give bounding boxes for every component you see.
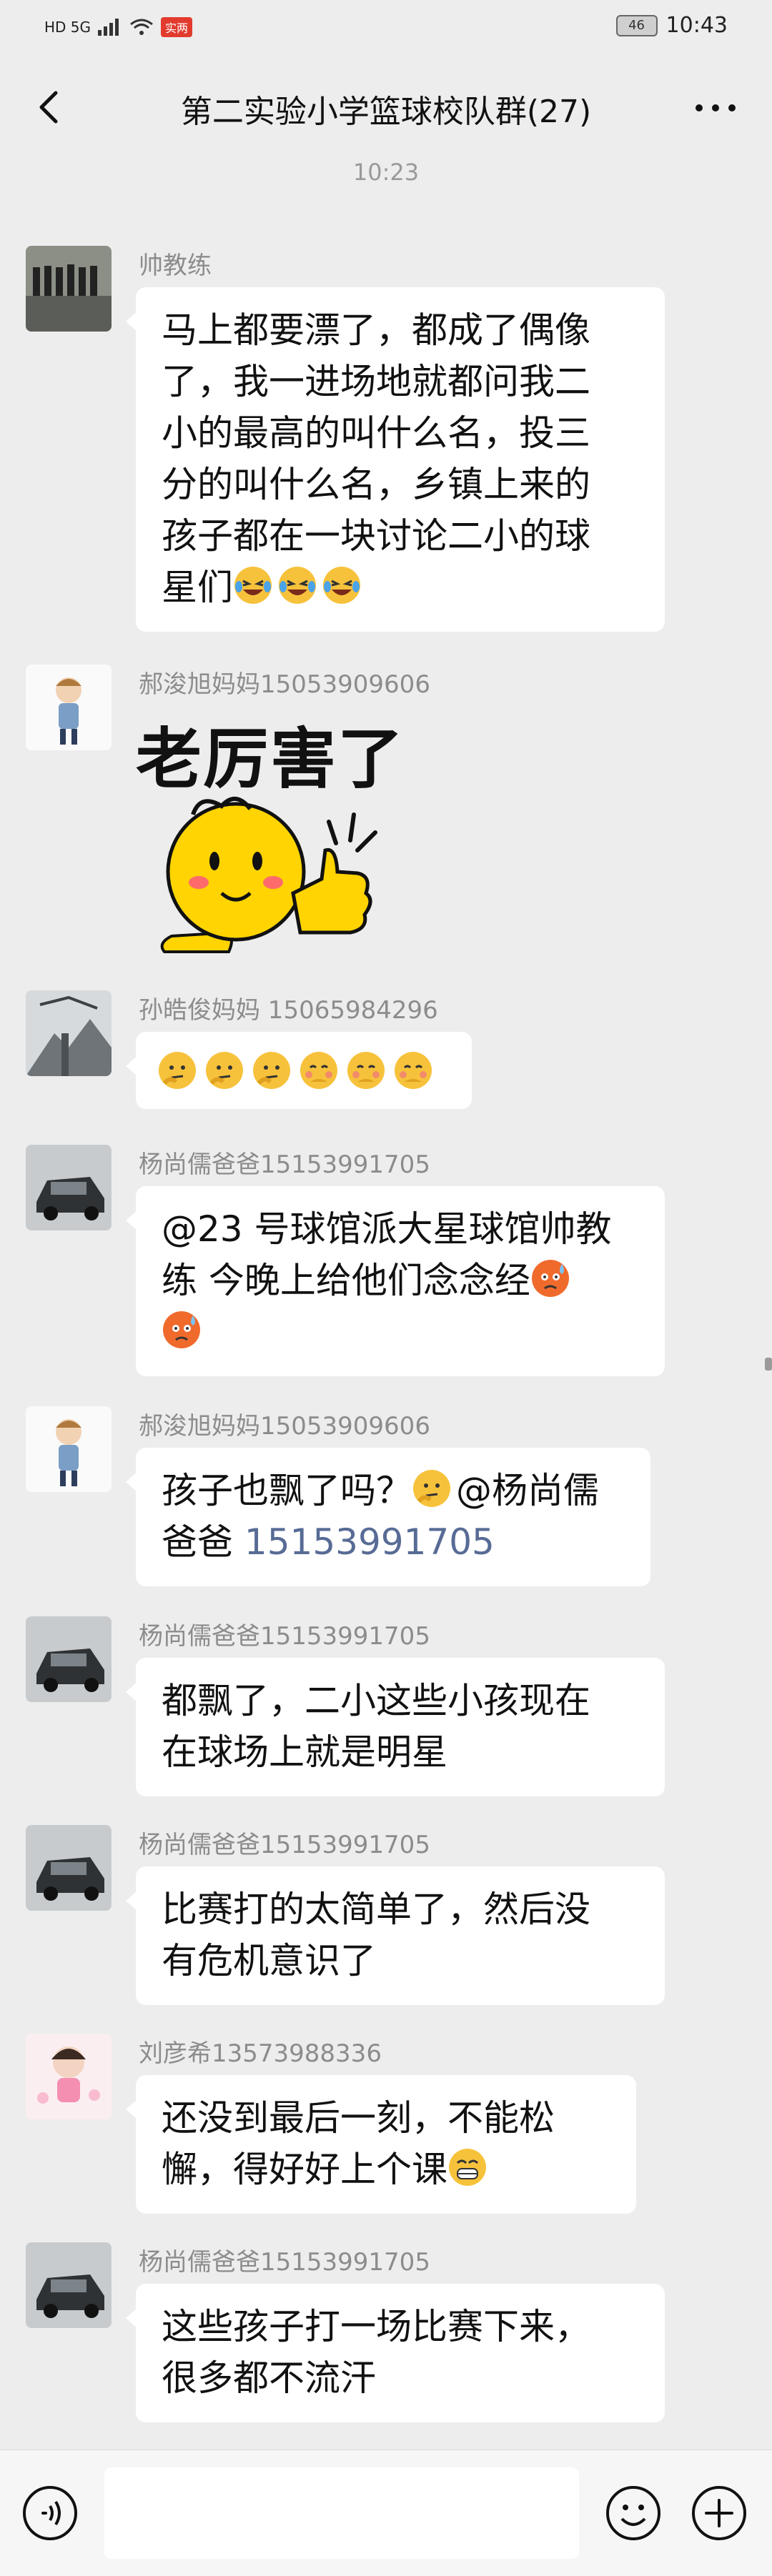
network-indicator: HD 5G <box>44 19 91 36</box>
sticker-text: 老厉害了 <box>136 721 405 797</box>
message-text-line: 星们 <box>162 567 233 608</box>
thinking-emoji <box>413 1470 450 1507</box>
message-text-line: 小的最高的叫什么名，投三 <box>162 412 590 454</box>
laughing-tears-emoji <box>279 567 316 604</box>
avatar[interactable] <box>26 1825 112 1911</box>
message-bubble[interactable]: 比赛打的太简单了，然后没 有危机意识了 <box>126 1866 665 2005</box>
avatar[interactable] <box>26 2242 112 2328</box>
sender-name: 孙皓俊妈妈 15065984296 <box>139 996 438 1025</box>
avatar[interactable] <box>26 1145 112 1230</box>
avatar[interactable] <box>26 246 112 332</box>
status-bar: HD 5G 实两 46 10:43 <box>0 0 772 57</box>
cold-sweat-emoji <box>531 1260 569 1297</box>
wifi-icon <box>130 19 153 35</box>
shy-emoji <box>347 1052 385 1089</box>
grin-emoji <box>449 2149 486 2186</box>
sender-name: 郝浚旭妈妈15053909606 <box>139 1412 430 1441</box>
app-tag: 实两 <box>161 17 193 37</box>
status-right: 46 10:43 <box>615 13 728 38</box>
more-options-icon[interactable] <box>691 90 741 126</box>
message-text-line: 练 今晚上给他们念念经 <box>162 1260 530 1301</box>
chat-title: 第二实验小学篮球校队群(27) <box>180 94 592 130</box>
emoji-picker-icon[interactable] <box>605 2485 662 2542</box>
sender-name: 刘彦希13573988336 <box>139 2039 382 2068</box>
thinking-emoji <box>206 1052 243 1089</box>
chat-header: 第二实验小学篮球校队群(27) <box>0 64 772 150</box>
signal-icon <box>98 19 119 36</box>
message-bubble[interactable]: 马上都要漂了，都成了偶像 了，我一进场地就都问我二 小的最高的叫什么名，投三 分… <box>126 287 665 632</box>
battery-indicator: 46 <box>615 14 658 36</box>
message-text-line: 比赛打的太简单了，然后没 <box>162 1889 590 1930</box>
status-left: HD 5G 实两 <box>44 17 193 37</box>
avatar[interactable] <box>26 2034 112 2119</box>
thumbs-up-smiley-sticker[interactable] <box>143 793 386 958</box>
avatar[interactable] <box>26 665 112 750</box>
message-text-line: 分的叫什么名，乡镇上来的 <box>162 464 590 505</box>
message-text-line: 有危机意识了 <box>162 1940 376 1981</box>
cold-sweat-emoji <box>163 1311 200 1348</box>
message-text-line: 孩子都在一块讨论二小的球 <box>162 515 590 557</box>
mention-text: @杨尚儒 <box>456 1470 599 1511</box>
avatar[interactable] <box>26 1616 112 1702</box>
timestamp: 10:23 <box>352 159 420 186</box>
add-more-icon[interactable] <box>691 2485 748 2542</box>
input-bar <box>0 2450 772 2576</box>
message-text-line: 很多都不流汗 <box>162 2357 376 2399</box>
message-bubble[interactable]: @23 号球馆派大星球馆帅教 练 今晚上给他们念念经 <box>126 1186 665 1376</box>
thinking-emoji <box>253 1052 290 1089</box>
message-text-line: 了，我一进场地就都问我二 <box>162 361 590 402</box>
sender-name: 杨尚儒爸爸15153991705 <box>139 1150 430 1179</box>
scrollbar[interactable] <box>765 1358 772 1371</box>
message-text-line: 还没到最后一刻，不能松 <box>162 2097 555 2139</box>
message-text-line: 懈，得好好上个课 <box>162 2149 447 2190</box>
message-bubble[interactable]: 还没到最后一刻，不能松 懈，得好好上个课 <box>126 2075 636 2214</box>
sender-name: 杨尚儒爸爸15153991705 <box>139 1831 430 1859</box>
message-text-line: @23 号球馆派大星球馆帅教 <box>162 1208 612 1250</box>
shy-emoji <box>395 1052 432 1089</box>
sender-name: 杨尚儒爸爸15153991705 <box>139 1622 430 1651</box>
message-bubble[interactable]: 这些孩子打一场比赛下来， 很多都不流汗 <box>126 2284 665 2422</box>
voice-input-icon[interactable] <box>21 2485 79 2542</box>
sender-name: 郝浚旭妈妈15053909606 <box>139 670 430 699</box>
message-input[interactable] <box>104 2467 579 2559</box>
message-bubble[interactable] <box>126 1032 472 1109</box>
message-bubble[interactable]: 孩子也飘了吗？ @杨尚儒 爸爸 15153991705 <box>126 1448 650 1586</box>
laughing-tears-emoji <box>323 567 360 604</box>
clock: 10:43 <box>665 13 728 38</box>
avatar[interactable] <box>26 990 112 1076</box>
sender-name: 杨尚儒爸爸15153991705 <box>139 2248 430 2277</box>
laughing-tears-emoji <box>234 567 272 604</box>
message-text-line: 都飘了，二小这些小孩现在 <box>162 1680 590 1721</box>
shy-emoji <box>300 1052 337 1089</box>
message-text: 爸爸 <box>162 1521 244 1563</box>
sender-name: 帅教练 <box>139 252 212 280</box>
message-text: 孩子也飘了吗？ <box>162 1470 412 1511</box>
message-text-line: 这些孩子打一场比赛下来， <box>162 2306 590 2347</box>
phone-number-link[interactable]: 15153991705 <box>244 1521 495 1563</box>
message-text-line: 在球场上就是明星 <box>162 1731 447 1773</box>
thinking-emoji <box>159 1052 196 1089</box>
message-text-line: 马上都要漂了，都成了偶像 <box>162 309 590 351</box>
message-bubble[interactable]: 都飘了，二小这些小孩现在 在球场上就是明星 <box>126 1658 665 1796</box>
avatar[interactable] <box>26 1406 112 1492</box>
